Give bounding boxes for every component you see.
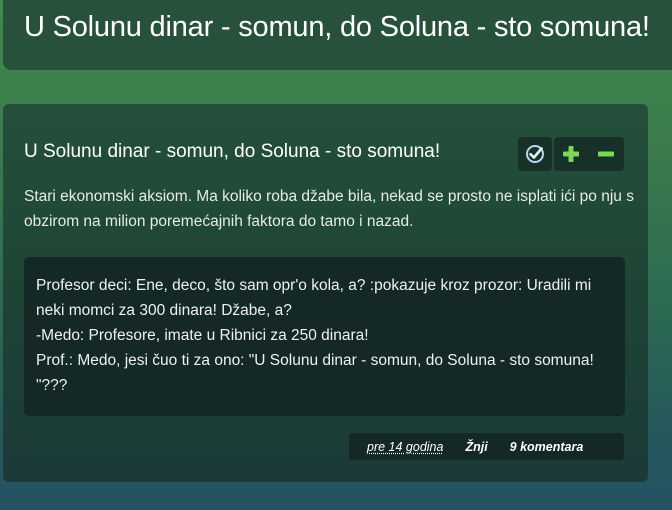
upvote-button[interactable]	[554, 137, 588, 171]
quote-line: Prof.: Medo, jesi čuo ti za ono: "U Solu…	[36, 352, 594, 394]
plus-icon	[563, 146, 579, 162]
timestamp-link[interactable]: pre 14 godina	[367, 440, 443, 454]
check-icon	[526, 145, 544, 163]
downvote-button[interactable]	[588, 137, 624, 171]
approve-button[interactable]	[518, 137, 552, 171]
quote-line: -Medo: Profesore, imate u Ribnici za 250…	[36, 327, 369, 344]
vote-group	[554, 137, 624, 171]
card-title[interactable]: U Solunu dinar - somun, do Soluna - sto …	[24, 141, 440, 163]
page-header: U Solunu dinar - somun, do Soluna - sto …	[3, 0, 672, 70]
page-title: U Solunu dinar - somun, do Soluna - sto …	[24, 11, 650, 43]
author-link[interactable]: Žnji	[465, 440, 487, 454]
comments-link[interactable]: 9 komentara	[510, 440, 584, 454]
card-actions	[518, 137, 624, 171]
example-quote: Profesor deci: Ene, deco, što sam opr'o …	[24, 257, 625, 416]
minus-icon	[598, 151, 614, 157]
quote-line: Profesor deci: Ene, deco, što sam opr'o …	[36, 277, 592, 319]
card-meta: pre 14 godina Žnji 9 komentara	[349, 433, 624, 460]
card-description: Stari ekonomski aksiom. Ma koliko roba d…	[24, 188, 634, 230]
definition-card: U Solunu dinar - somun, do Soluna - sto …	[3, 104, 648, 482]
